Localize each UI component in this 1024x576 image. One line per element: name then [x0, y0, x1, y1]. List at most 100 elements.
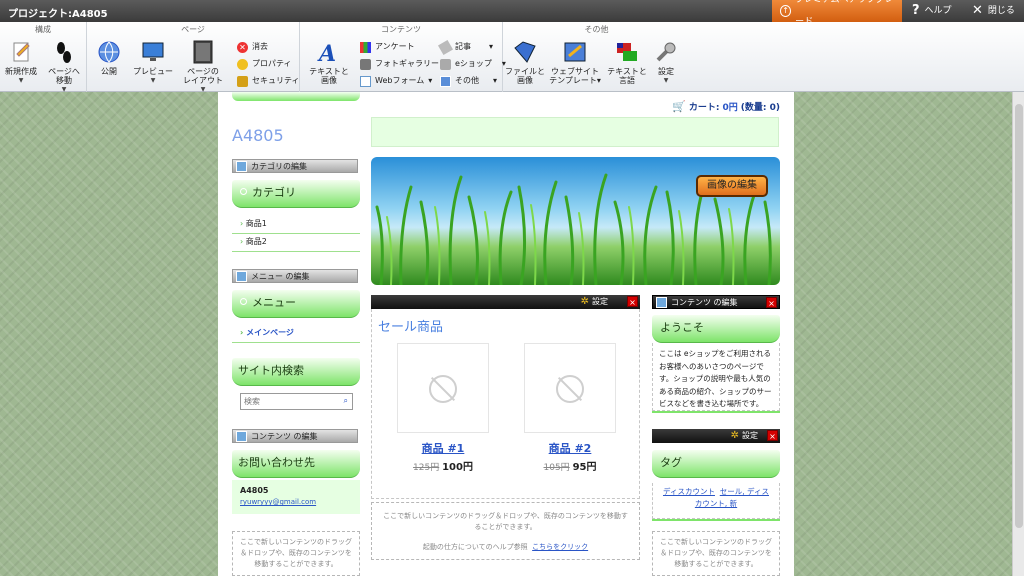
preview-button[interactable]: プレビュー ▼ — [131, 40, 175, 85]
vertical-scrollbar[interactable] — [1012, 92, 1024, 576]
group-title: ページ — [181, 25, 205, 34]
banner-image[interactable]: 画像の編集 — [371, 157, 780, 285]
help-button[interactable]: ? ヘルプ — [912, 0, 952, 22]
text-image-button[interactable]: A テキストと 画像 — [306, 40, 352, 85]
publish-button[interactable]: 公開 — [91, 40, 127, 76]
product-name-link[interactable]: 商品 #1 — [397, 440, 489, 456]
label: コンテンツ の編集 — [251, 432, 318, 441]
goto-page-button[interactable]: ページへ 移動 ▼ — [44, 40, 84, 94]
module-delete-icon[interactable]: × — [767, 430, 778, 441]
edit-icon — [236, 161, 247, 172]
right-edit-content-bar[interactable]: コンテンツ の編集 × — [652, 295, 780, 309]
file-image-button[interactable]: ファイルと 画像 — [505, 40, 545, 85]
product-image[interactable] — [397, 343, 489, 433]
divider — [652, 411, 780, 413]
lock-icon — [237, 75, 248, 87]
folder-icon — [514, 41, 536, 63]
category-header: カテゴリ — [232, 180, 360, 208]
site-title[interactable]: A4805 — [232, 126, 284, 145]
close-label: 閉じる — [987, 6, 1015, 16]
tag-header: タグ — [652, 450, 780, 478]
label: サイト内検索 — [238, 364, 304, 377]
gear-icon — [237, 58, 248, 70]
survey-button[interactable]: アンケート — [360, 40, 415, 54]
text-language-button[interactable]: テキストと 言語 — [607, 40, 647, 85]
module-settings-button[interactable]: ✲ 設定 — [581, 295, 608, 309]
label: ようこそ — [660, 321, 704, 334]
article-button[interactable]: 記事 ▾ — [437, 39, 494, 55]
globe-icon — [98, 41, 120, 63]
category-item[interactable]: › 商品2 — [232, 232, 360, 252]
website-template-button[interactable]: ウェブサイト テンプレート▾ — [549, 40, 601, 85]
help-link[interactable]: こちらをクリック — [532, 543, 588, 551]
sale-price: 100円 — [442, 462, 473, 473]
edit-image-button[interactable]: 画像の編集 — [696, 175, 768, 197]
new-document-icon — [13, 42, 30, 62]
edit-menu-bar[interactable]: メニュー の編集 — [232, 269, 358, 283]
cart-label: カート: — [688, 103, 720, 113]
right-dropzone[interactable]: ここで新しいコンテンツのドラッグ＆ドロップや、既存のコンテンツを移動することがで… — [652, 531, 780, 576]
delete-icon: ✕ — [237, 41, 248, 53]
question-icon: ? — [912, 3, 920, 18]
main-dropzone[interactable]: ここで新しいコンテンツのドラッグ＆ドロップや、既存のコンテンツを移動することがで… — [371, 502, 640, 560]
svg-text:A: A — [317, 41, 336, 64]
grid-icon — [440, 75, 451, 87]
label: 移動 — [56, 76, 72, 85]
premium-upgrade-button[interactable]: ↑ プレミアムへアップグレード — [772, 0, 902, 27]
contact-name: A4805 — [240, 486, 269, 495]
close-button[interactable]: ✕ 閉じる — [972, 0, 1015, 22]
product-image[interactable] — [524, 343, 616, 433]
tag-link[interactable]: ディスカウント — [663, 487, 715, 496]
product-price: 125円 100円 — [397, 458, 489, 473]
label: タグ — [660, 456, 682, 469]
eshop-button[interactable]: eショップ ▾ — [440, 57, 506, 71]
module-delete-icon[interactable]: × — [766, 297, 777, 308]
new-button[interactable]: 新規作成 ▼ — [2, 40, 40, 85]
menu-item-main-page[interactable]: › メインページ — [232, 323, 360, 343]
search-input[interactable] — [241, 394, 336, 409]
security-button[interactable]: セキュリティ — [237, 74, 300, 88]
label: プロパティ — [252, 59, 292, 68]
group-title: その他 — [584, 25, 609, 34]
bullet-icon — [240, 188, 247, 195]
label: 設定 — [742, 431, 758, 440]
delete-button[interactable]: ✕ 消去 — [237, 40, 268, 54]
webform-button[interactable]: Webフォーム ▾ — [360, 74, 432, 88]
contact-email-link[interactable]: ryuwryyy@gmail.com — [240, 498, 352, 506]
header-area[interactable] — [371, 117, 779, 147]
others-button[interactable]: その他 ▾ — [440, 74, 497, 88]
photo-gallery-button[interactable]: フォトギャラリー — [360, 57, 439, 71]
label: レイアウト — [183, 76, 223, 85]
paperclip-icon — [437, 39, 454, 55]
page-layout-button[interactable]: ページの レイアウト ▼ — [181, 40, 225, 94]
label: 新規作成 — [5, 67, 37, 76]
site-search-box[interactable]: ⌕ — [240, 393, 353, 410]
label: メニュー — [252, 296, 296, 309]
cart-summary[interactable]: 🛒 カート: 0円 (数量: 0) — [672, 100, 780, 113]
product-name-link[interactable]: 商品 #2 — [524, 440, 616, 456]
label: メニュー の編集 — [251, 272, 310, 281]
right-module-toolbar: ✲ 設定 × — [652, 429, 780, 443]
properties-button[interactable]: プロパティ — [237, 57, 292, 71]
category-item[interactable]: › 商品1 — [232, 214, 360, 234]
chevron-down-icon: ▾ — [489, 42, 494, 51]
sale-title: セール商品 — [378, 320, 444, 335]
camera-icon — [360, 58, 371, 70]
menu-header: メニュー — [232, 290, 360, 318]
flags-icon — [617, 43, 637, 61]
old-price: 125円 — [413, 463, 440, 473]
search-icon[interactable]: ⌕ — [344, 396, 348, 406]
module-delete-icon[interactable]: × — [627, 296, 638, 307]
group-title: 構成 — [35, 25, 51, 34]
edit-category-bar[interactable]: カテゴリの編集 — [232, 159, 358, 173]
module-settings-button[interactable]: ✲ 設定 — [731, 429, 758, 443]
website-canvas: 🛒 カート: 0円 (数量: 0) A4805 カテゴリの編集 カテゴリ › 商… — [218, 92, 794, 576]
group-title: コンテンツ — [381, 25, 421, 34]
chevron-down-icon: ▾ — [428, 76, 433, 85]
old-price: 105円 — [543, 463, 570, 473]
top-green-strip — [232, 92, 360, 101]
edit-content-bar[interactable]: コンテンツ の編集 — [232, 429, 358, 443]
sidebar-dropzone[interactable]: ここで新しいコンテンツのドラッグ＆ドロップや、既存のコンテンツを移動することがで… — [232, 531, 360, 576]
settings-button[interactable]: 設定 ▼ — [649, 40, 683, 85]
scrollbar-thumb[interactable] — [1015, 104, 1023, 528]
